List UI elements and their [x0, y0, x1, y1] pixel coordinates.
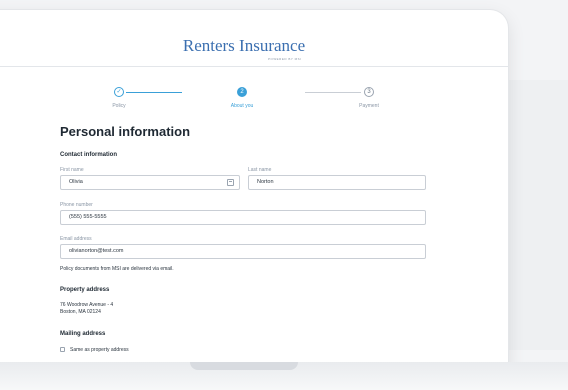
- brand-logo[interactable]: Renters Insurance: [0, 36, 508, 56]
- contact-card-icon: [227, 179, 234, 186]
- email-label: Email address: [60, 236, 92, 242]
- last-name-value: Norton: [257, 179, 274, 185]
- same-address-checkbox[interactable]: [60, 347, 65, 352]
- last-name-label: Last name: [248, 167, 272, 173]
- email-delivery-note: Policy documents from MSI are delivered …: [60, 266, 174, 272]
- progress-stepper: ✓ Policy 2 About you 3 Payment: [0, 84, 508, 114]
- contact-section-title: Contact information: [60, 152, 117, 158]
- step-about-you-marker[interactable]: 2: [237, 87, 247, 97]
- background-panel: [508, 80, 568, 350]
- page-title: Personal information: [60, 124, 191, 139]
- phone-label: Phone number: [60, 202, 93, 208]
- email-field[interactable]: olivianorton@test.com: [60, 244, 426, 259]
- step-connector-1: [126, 92, 182, 93]
- first-name-value: Olivia: [69, 179, 83, 185]
- phone-value: (555) 555-5555: [69, 214, 107, 220]
- app-header: Renters Insurance POWERED BY MSI: [0, 10, 508, 67]
- same-address-label[interactable]: Same as property address: [70, 347, 129, 353]
- first-name-field[interactable]: Olivia: [60, 175, 240, 190]
- step-payment-marker[interactable]: 3: [364, 87, 374, 97]
- step-policy-label: Policy: [112, 103, 126, 109]
- property-section-title: Property address: [60, 287, 110, 293]
- property-address-line1: 76 Woodrow Avenue - 4: [60, 302, 114, 308]
- step-payment-label: Payment: [359, 103, 379, 109]
- step-connector-2: [305, 92, 361, 93]
- mailing-section-title: Mailing address: [60, 331, 106, 337]
- phone-field[interactable]: (555) 555-5555: [60, 210, 426, 225]
- last-name-field[interactable]: Norton: [248, 175, 426, 190]
- brand-subtitle: POWERED BY MSI: [268, 57, 302, 61]
- first-name-label: First name: [60, 167, 84, 173]
- property-address-line2: Boston, MA 02124: [60, 309, 101, 315]
- laptop-screen: Renters Insurance POWERED BY MSI ✓ Polic…: [0, 10, 508, 370]
- step-policy-check-icon[interactable]: ✓: [114, 87, 124, 97]
- email-value: olivianorton@test.com: [69, 248, 124, 254]
- step-about-you-label: About you: [230, 103, 254, 109]
- laptop-notch: [190, 362, 298, 370]
